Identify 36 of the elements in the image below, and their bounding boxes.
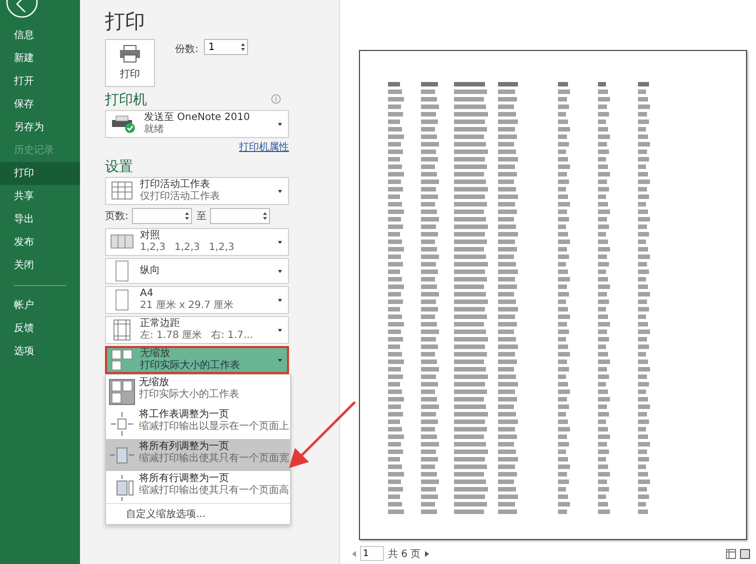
printer-properties-link[interactable]: 打印机属性 <box>239 140 289 154</box>
custom-scaling-link[interactable]: 自定义缩放选项... <box>106 503 290 524</box>
settings-dropdown[interactable]: 正常边距 左: 1.78 厘米 右: 1.7... <box>105 316 289 344</box>
section-heading: 打印机 <box>105 91 147 109</box>
nav-item[interactable]: 打开 <box>0 70 80 93</box>
printer-dropdown[interactable]: 发送至 OneNote 2010 就绪 <box>105 110 289 138</box>
print-button[interactable]: 打印 <box>105 39 155 87</box>
nav-item[interactable]: 打印 <box>0 162 80 185</box>
settings-dropdown[interactable]: 打印活动工作表 仅打印活动工作表 <box>105 177 289 205</box>
to-label: 至 <box>196 210 206 223</box>
nav-item[interactable]: 保存 <box>0 93 80 116</box>
settings-dropdown[interactable]: 无缩放 打印实际大小的工作表 <box>105 346 289 374</box>
nav-item[interactable]: 选项 <box>0 340 80 363</box>
copies-field[interactable]: 1 <box>204 39 248 55</box>
scaling-option[interactable]: 无缩放 打印实际大小的工作表 <box>106 375 290 407</box>
scaling-option[interactable]: 将工作表调整为一页 缩减打印输出以显示在一个页面上 <box>106 407 290 439</box>
page-number-field[interactable]: 1 <box>360 546 384 561</box>
settings-dropdown[interactable]: A4 21 厘米 x 29.7 厘米 <box>105 286 289 314</box>
scaling-option[interactable]: 将所有列调整为一页 缩减打印输出使其只有一个页面宽 <box>106 439 290 471</box>
settings-dropdown[interactable]: 纵向 <box>105 258 289 284</box>
nav-item[interactable]: 发布 <box>0 231 80 254</box>
scaling-option[interactable]: 将所有行调整为一页 缩减打印输出使其只有一个页面高 <box>106 471 290 503</box>
nav-item[interactable]: 信息 <box>0 24 80 47</box>
pages-label: 页数: <box>105 210 128 223</box>
section-heading: 设置 <box>105 158 134 176</box>
nav-item[interactable]: 新建 <box>0 47 80 70</box>
copies-label: 份数: <box>175 43 198 56</box>
nav-item[interactable]: 关闭 <box>0 254 80 277</box>
nav-item[interactable]: 另存为 <box>0 116 80 139</box>
page-title: 打印 <box>105 8 146 35</box>
nav-item[interactable]: 导出 <box>0 208 80 231</box>
page-count: 共 6 页 <box>388 548 421 560</box>
nav-item[interactable]: 反馈 <box>0 317 80 340</box>
settings-dropdown[interactable]: 对照 1,2,3 1,2,3 1,2,3 <box>105 228 289 256</box>
nav-item[interactable]: 帐户 <box>0 294 80 317</box>
nav-item[interactable]: 共享 <box>0 185 80 208</box>
